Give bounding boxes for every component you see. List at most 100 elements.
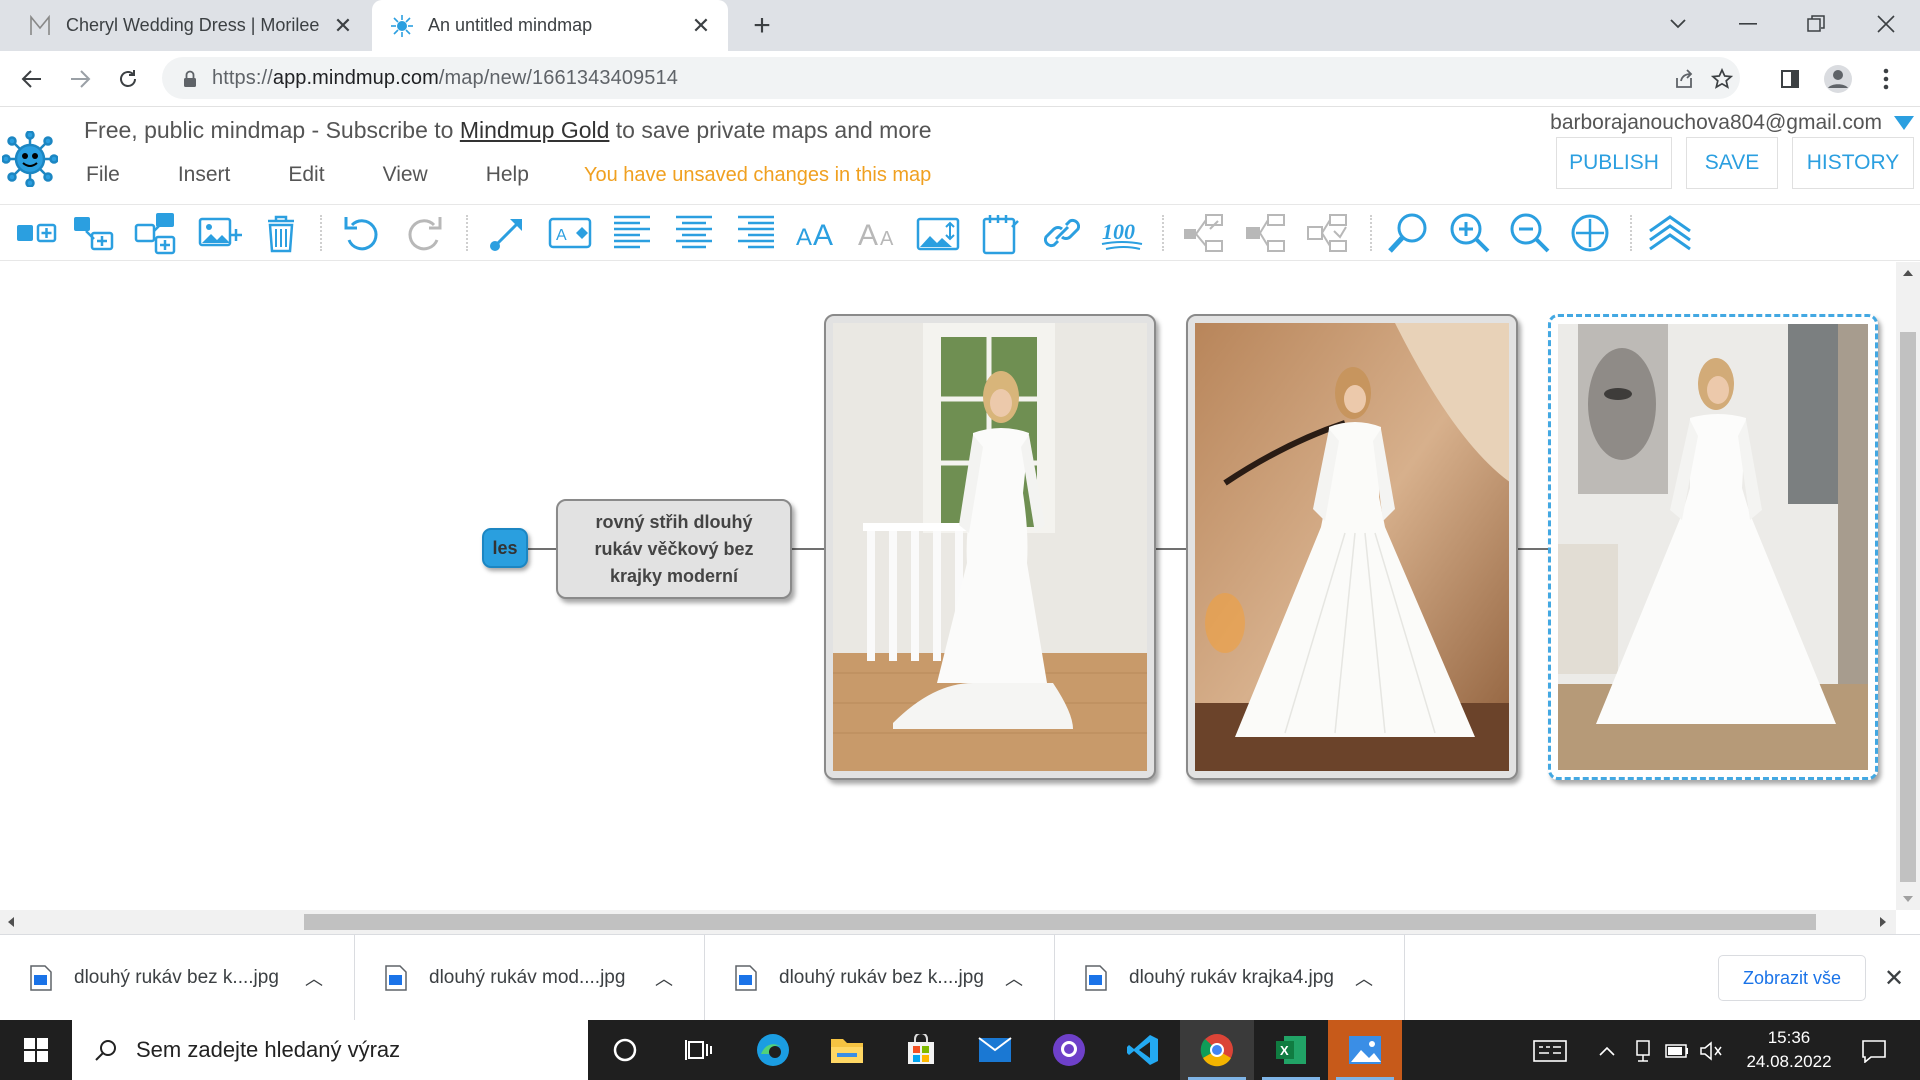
download-item[interactable]: dlouhý rukáv mod....jpg ︿	[355, 935, 705, 1021]
font-smaller-icon[interactable]: AA	[854, 209, 902, 257]
menu-view[interactable]: View	[383, 163, 428, 187]
bookmark-star-icon[interactable]	[1708, 65, 1736, 93]
tab-morilee[interactable]: Cheryl Wedding Dress | Morilee ✕	[0, 0, 370, 51]
microsoft-store-icon[interactable]	[884, 1020, 958, 1080]
cortana-icon[interactable]	[588, 1020, 662, 1080]
menu-help[interactable]: Help	[486, 163, 529, 187]
touch-keyboard-icon[interactable]	[1532, 1038, 1568, 1064]
mindmup-gold-link[interactable]: Mindmup Gold	[460, 117, 610, 143]
account-email[interactable]: barborajanouchova804@gmail.com	[1550, 111, 1882, 135]
scroll-left-icon[interactable]	[8, 917, 14, 927]
link-icon[interactable]	[1038, 209, 1086, 257]
root-node[interactable]: les	[482, 528, 528, 568]
photos-icon[interactable]	[1328, 1020, 1402, 1080]
horizontal-scroll-thumb[interactable]	[304, 914, 1816, 930]
add-sibling-icon[interactable]	[12, 209, 60, 257]
profile-avatar-icon[interactable]	[1818, 59, 1858, 99]
side-panel-icon[interactable]	[1770, 59, 1810, 99]
add-parent-icon[interactable]	[132, 209, 180, 257]
battery-icon[interactable]	[1664, 1038, 1690, 1064]
chrome-icon[interactable]	[1180, 1020, 1254, 1080]
add-child-icon[interactable]	[70, 209, 118, 257]
account-dropdown-icon[interactable]	[1894, 116, 1914, 130]
zoom-out-icon[interactable]	[1506, 209, 1554, 257]
zoom-in-icon[interactable]	[1446, 209, 1494, 257]
search-icon[interactable]	[1384, 209, 1432, 257]
chevron-up-icon[interactable]: ︿	[296, 960, 332, 996]
tab-search-icon[interactable]	[1650, 4, 1706, 44]
show-all-downloads-button[interactable]: Zobrazit vše	[1718, 955, 1866, 1001]
file-explorer-icon[interactable]	[810, 1020, 884, 1080]
delete-icon[interactable]	[257, 209, 305, 257]
horizontal-scrollbar[interactable]	[0, 910, 1896, 934]
tab-mindmap[interactable]: An untitled mindmap ✕	[372, 0, 728, 51]
collapse-toolbar-icon[interactable]	[1646, 209, 1694, 257]
share-icon[interactable]	[1670, 65, 1698, 93]
image-node-1[interactable]	[824, 314, 1156, 780]
mindmup-logo-icon[interactable]	[1, 130, 59, 188]
volume-muted-icon[interactable]	[1698, 1038, 1724, 1064]
new-tab-icon[interactable]: +	[744, 8, 780, 44]
font-larger-icon[interactable]: AA	[792, 209, 840, 257]
minimize-icon[interactable]	[1720, 4, 1776, 44]
reload-icon[interactable]	[108, 59, 148, 99]
download-item[interactable]: dlouhý rukáv krajka4.jpg ︿	[1055, 935, 1405, 1021]
progress-icon[interactable]: 100	[1098, 209, 1146, 257]
vscode-icon[interactable]	[1106, 1020, 1180, 1080]
align-left-icon[interactable]	[608, 209, 656, 257]
menu-insert[interactable]: Insert	[178, 163, 231, 187]
taskbar-search-input[interactable]: Sem zadejte hledaný výraz	[72, 1020, 588, 1080]
lock-icon[interactable]	[176, 65, 204, 93]
download-item[interactable]: dlouhý rukáv bez k....jpg ︿	[705, 935, 1055, 1021]
vertical-scroll-thumb[interactable]	[1900, 332, 1916, 882]
scroll-up-icon[interactable]	[1903, 270, 1913, 276]
chevron-up-icon[interactable]: ︿	[1346, 960, 1382, 996]
vertical-scrollbar[interactable]	[1896, 262, 1920, 910]
expand-icon[interactable]	[1242, 209, 1290, 257]
close-shelf-icon[interactable]: ✕	[1878, 962, 1910, 994]
notifications-icon[interactable]	[1856, 1038, 1892, 1064]
close-tab-icon[interactable]: ✕	[686, 11, 716, 41]
toggle-collapse-icon[interactable]	[1304, 209, 1352, 257]
reset-view-icon[interactable]	[1566, 209, 1614, 257]
chevron-up-icon[interactable]	[1594, 1038, 1620, 1064]
download-item[interactable]: dlouhý rukáv bez k....jpg ︿	[0, 935, 355, 1021]
align-right-icon[interactable]	[732, 209, 780, 257]
edge-icon[interactable]	[736, 1020, 810, 1080]
note-icon[interactable]	[976, 209, 1024, 257]
menu-edit[interactable]: Edit	[288, 163, 324, 187]
redo-icon[interactable]	[400, 209, 448, 257]
task-view-icon[interactable]	[662, 1020, 736, 1080]
image-node-2[interactable]	[1186, 314, 1518, 780]
image-node-3-selected[interactable]	[1548, 314, 1878, 780]
browser-menu-icon[interactable]	[1866, 59, 1906, 99]
connect-arrow-icon[interactable]	[484, 209, 532, 257]
menu-file[interactable]: File	[86, 163, 120, 187]
forward-icon[interactable]	[60, 59, 100, 99]
undo-icon[interactable]	[338, 209, 386, 257]
close-tab-icon[interactable]: ✕	[328, 11, 358, 41]
windows-start-icon[interactable]	[0, 1020, 72, 1080]
save-button[interactable]: SAVE	[1686, 137, 1778, 189]
scroll-right-icon[interactable]	[1880, 917, 1886, 927]
mindmap-canvas[interactable]: les rovný střih dlouhý rukáv věčkový bez…	[0, 262, 1896, 910]
chevron-up-icon[interactable]: ︿	[996, 960, 1032, 996]
node-style-icon[interactable]: A	[546, 209, 594, 257]
back-icon[interactable]	[12, 59, 52, 99]
chevron-up-icon[interactable]: ︿	[646, 960, 682, 996]
github-desktop-icon[interactable]	[1032, 1020, 1106, 1080]
window-close-icon[interactable]	[1858, 4, 1914, 44]
excel-icon[interactable]: X	[1254, 1020, 1328, 1080]
publish-button[interactable]: PUBLISH	[1556, 137, 1672, 189]
mail-icon[interactable]	[958, 1020, 1032, 1080]
url-field[interactable]: https://app.mindmup.com/map/new/16613434…	[162, 57, 1740, 99]
history-button[interactable]: HISTORY	[1792, 137, 1914, 189]
collapse-all-icon[interactable]	[1180, 209, 1228, 257]
restore-icon[interactable]	[1788, 4, 1844, 44]
network-icon[interactable]	[1630, 1038, 1656, 1064]
system-clock[interactable]: 15:36 24.08.2022	[1734, 1020, 1844, 1080]
align-center-icon[interactable]	[670, 209, 718, 257]
text-node[interactable]: rovný střih dlouhý rukáv věčkový bez kra…	[556, 499, 792, 599]
image-size-icon[interactable]	[914, 209, 962, 257]
scroll-down-icon[interactable]	[1903, 896, 1913, 902]
